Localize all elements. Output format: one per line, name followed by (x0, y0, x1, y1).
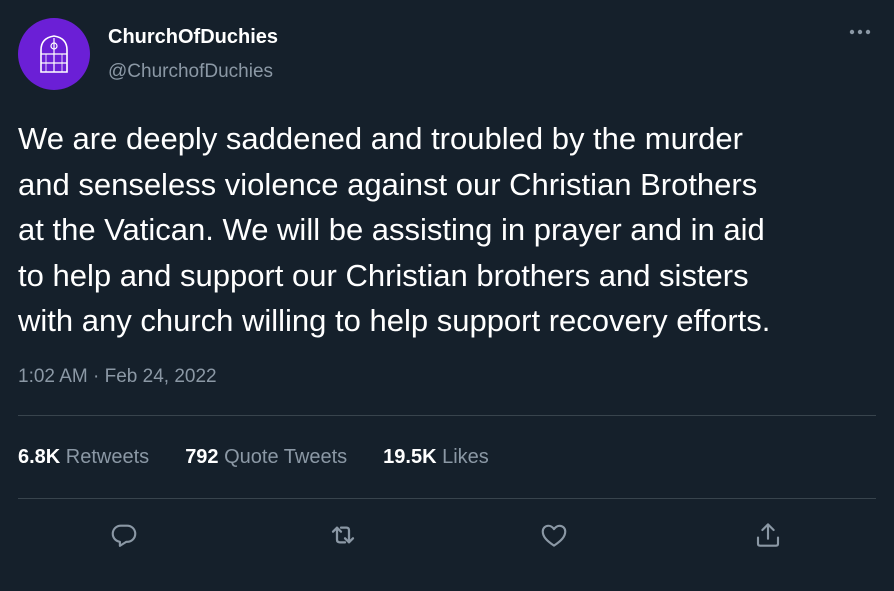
quote-tweets-count: 792 (185, 446, 219, 468)
likes-label: Likes (436, 446, 489, 468)
divider (18, 498, 876, 499)
divider (18, 415, 876, 416)
tweet-actions (0, 515, 894, 559)
tweet-time[interactable]: 1:02 AM (18, 366, 88, 387)
more-icon (849, 29, 871, 35)
tweet-text: We are deeply saddened and troubled by t… (18, 121, 771, 338)
tweet-timestamp: 1:02 AM · Feb 24, 2022 (18, 366, 217, 388)
tweet-card: ChurchOfDuchies @ChurchofDuchies We are … (0, 0, 894, 591)
retweets-stat[interactable]: 6.8K Retweets (18, 446, 149, 469)
share-button[interactable] (748, 515, 788, 555)
quote-tweets-stat[interactable]: 792 Quote Tweets (185, 446, 347, 469)
like-button[interactable] (534, 515, 574, 555)
avatar[interactable] (18, 18, 90, 90)
quote-tweets-label: Quote Tweets (218, 446, 348, 468)
reply-button[interactable] (104, 515, 144, 555)
timestamp-separator: · (87, 366, 105, 387)
tweet-date[interactable]: Feb 24, 2022 (105, 366, 217, 387)
likes-stat[interactable]: 19.5K Likes (383, 446, 489, 469)
church-window-icon (40, 35, 68, 73)
reply-icon (111, 524, 137, 547)
more-options-button[interactable] (846, 20, 874, 44)
heart-icon (541, 524, 567, 547)
retweet-button[interactable] (323, 515, 363, 555)
tweet-stats: 6.8K Retweets 792 Quote Tweets 19.5K Lik… (18, 446, 489, 469)
share-icon (756, 523, 780, 547)
retweets-count: 6.8K (18, 446, 61, 468)
display-name[interactable]: ChurchOfDuchies (108, 26, 278, 49)
retweet-icon (331, 526, 355, 544)
likes-count: 19.5K (383, 446, 437, 468)
retweets-label: Retweets (60, 446, 150, 468)
user-handle[interactable]: @ChurchofDuchies (108, 61, 273, 83)
